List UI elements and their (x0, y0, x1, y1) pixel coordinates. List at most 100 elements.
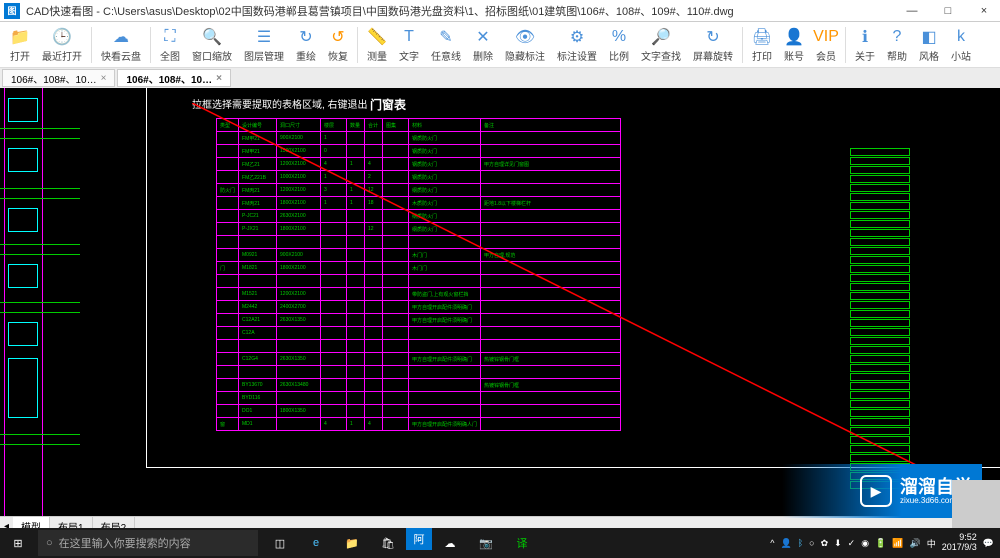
table-header: 楼层 (321, 119, 347, 132)
side-item (850, 328, 910, 336)
tab-close-icon[interactable]: × (101, 73, 107, 84)
side-item (850, 211, 910, 219)
side-item (850, 319, 910, 327)
toolbar-图层管理[interactable]: ☰图层管理 (238, 25, 290, 65)
tray-icon[interactable]: ◉ (861, 538, 869, 549)
document-tab[interactable]: 106#、108#、10…× (117, 69, 230, 87)
toolbar-文字查找[interactable]: 🔎文字查找 (635, 25, 687, 65)
maximize-button[interactable]: □ (936, 2, 960, 20)
task-view-icon[interactable]: ◫ (262, 528, 298, 558)
side-item (850, 175, 910, 183)
side-item (850, 310, 910, 318)
toolbar-账号[interactable]: 👤账号 (778, 25, 810, 65)
toolbar-重绘[interactable]: ↻重绘 (290, 25, 322, 65)
volume-icon[interactable]: 🔊 (910, 538, 921, 549)
drawing-canvas[interactable]: 拉框选择需要提取的表格区域, 右键退出 门窗表 类型设计编号洞口尺寸楼层数量合计… (0, 88, 1000, 516)
window-title: CAD快速看图 - C:\Users\asus\Desktop\02中国数码港郸… (26, 3, 900, 19)
toolbar-恢复[interactable]: ↺恢复 (322, 25, 354, 65)
table-header: 图集 (383, 119, 409, 132)
tray-icon[interactable]: ⬇ (834, 538, 842, 549)
side-item (850, 256, 910, 264)
toolbar-最近打开[interactable]: 🕒最近打开 (36, 25, 88, 65)
toolbar-比例[interactable]: %比例 (603, 25, 635, 65)
side-item (850, 238, 910, 246)
side-item (850, 409, 910, 417)
side-item (850, 202, 910, 210)
toolbar-关于[interactable]: ℹ关于 (849, 25, 881, 65)
table-row: C12A (217, 327, 621, 340)
table-row: BY136702630X13480热镀锌钢骨门框 (217, 379, 621, 392)
user-avatar (952, 480, 1000, 528)
minimize-button[interactable]: — (900, 2, 924, 20)
side-item (850, 355, 910, 363)
toolbar-打印[interactable]: 🖨打印 (746, 25, 778, 65)
toolbar-打开[interactable]: 📁打开 (4, 25, 36, 65)
clock[interactable]: 9:52 2017/9/3 (942, 533, 977, 553)
app-icon-1[interactable]: 阿 (406, 528, 432, 550)
side-item (850, 454, 910, 462)
tray-icon[interactable]: ✓ (848, 538, 856, 549)
side-item (850, 400, 910, 408)
door-window-table: 类型设计编号洞口尺寸楼层数量合计图集材料备注FM甲21900X21001钢质防火… (216, 118, 621, 431)
explorer-icon[interactable]: 📁 (334, 528, 370, 558)
side-item (850, 391, 910, 399)
toolbar-快看云盘[interactable]: ☁快看云盘 (95, 25, 147, 65)
table-row: 窗MD1414甲方自理开启配件须明确人门 (217, 418, 621, 431)
toolbar-小站[interactable]: k小站 (945, 25, 977, 65)
tray-up-icon[interactable]: ^ (770, 538, 774, 548)
toolbar-文字[interactable]: T文字 (393, 25, 425, 65)
app-icon-2[interactable]: ☁ (432, 528, 468, 558)
system-tray[interactable]: ^ 👤 ᛒ ○ ✿ ⬇ ✓ ◉ 🔋 📶 🔊 中 9:52 2017/9/3 💬 (770, 533, 1000, 553)
table-row: 门M18211800X2100木门门 (217, 262, 621, 275)
table-row: DO11800X1350 (217, 405, 621, 418)
notifications-icon[interactable]: 💬 (983, 538, 994, 549)
toolbar-屏幕旋转[interactable]: ↻屏幕旋转 (687, 25, 739, 65)
table-header: 数量 (347, 119, 365, 132)
table-row: FM丙211800X21001118木质防火门距地1.8以下楼梯栏杆 (217, 197, 621, 210)
wifi-icon[interactable]: 📶 (892, 538, 903, 549)
toolbar-删除[interactable]: ✕删除 (467, 25, 499, 65)
side-item (850, 220, 910, 228)
table-row: FM甲211500X21000钢质防火门 (217, 145, 621, 158)
app-icon: 图 (4, 3, 20, 19)
table-row: FM甲21900X21001钢质防火门 (217, 132, 621, 145)
document-tabs: 106#、108#、10…×106#、108#、10…× (0, 68, 1000, 88)
toolbar-任意线[interactable]: ✎任意线 (425, 25, 467, 65)
toolbar-风格[interactable]: ◧风格 (913, 25, 945, 65)
app-icon-3[interactable]: 📷 (468, 528, 504, 558)
toolbar-测量[interactable]: 📏测量 (361, 25, 393, 65)
battery-icon[interactable]: 🔋 (875, 538, 886, 549)
toolbar-帮助[interactable]: ?帮助 (881, 25, 913, 65)
table-row (217, 275, 621, 288)
table-header: 洞口尺寸 (277, 119, 321, 132)
windows-taskbar: ⊞ ○ 在这里输入你要搜索的内容 ◫ e 📁 🛍 阿 ☁ 📷 译 ^ 👤 ᛒ ○… (0, 528, 1000, 558)
store-icon[interactable]: 🛍 (370, 528, 406, 558)
table-row: BYD116 (217, 392, 621, 405)
table-header: 备注 (481, 119, 621, 132)
toolbar-窗口缩放[interactable]: 🔍窗口缩放 (186, 25, 238, 65)
tray-icon[interactable]: 👤 (781, 538, 792, 549)
tab-close-icon[interactable]: × (216, 73, 222, 84)
search-box[interactable]: ○ 在这里输入你要搜索的内容 (38, 530, 258, 556)
table-row: C12G42630X1350甲方自理开启配件须明确门热镀锌钢骨门框 (217, 353, 621, 366)
tray-icon[interactable]: ○ (809, 538, 814, 548)
ime-icon[interactable]: 中 (927, 537, 936, 550)
side-item (850, 373, 910, 381)
instruction-text: 拉框选择需要提取的表格区域, 右键退出 (192, 96, 368, 111)
start-button[interactable]: ⊞ (0, 528, 36, 558)
bluetooth-icon[interactable]: ᛒ (798, 538, 803, 548)
document-tab[interactable]: 106#、108#、10…× (2, 69, 115, 87)
app-icon-4[interactable]: 译 (504, 528, 540, 558)
toolbar-隐藏标注[interactable]: 👁隐藏标注 (499, 25, 551, 65)
toolbar-会员[interactable]: VIP会员 (810, 25, 842, 65)
tray-icon[interactable]: ✿ (821, 538, 829, 549)
side-item (850, 301, 910, 309)
close-button[interactable]: × (972, 2, 996, 20)
edge-icon[interactable]: e (298, 528, 334, 558)
toolbar-全图[interactable]: ⛶全图 (154, 25, 186, 65)
side-item (850, 184, 910, 192)
side-item (850, 346, 910, 354)
table-row: FM乙221B1000X210012钢质防火门 (217, 171, 621, 184)
toolbar-标注设置[interactable]: ⚙标注设置 (551, 25, 603, 65)
table-header: 材料 (409, 119, 481, 132)
